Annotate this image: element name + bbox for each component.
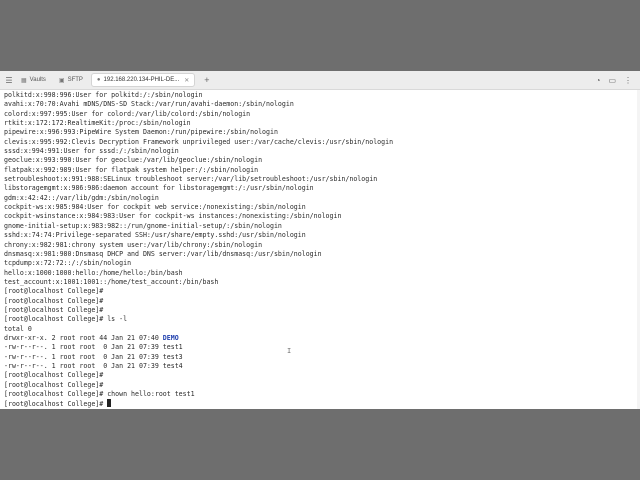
terminal-line: cockpit-wsinstance:x:984:983:User for co… <box>4 212 342 221</box>
terminal-line: [root@localhost College]# <box>4 380 104 389</box>
add-tab-button[interactable]: + <box>200 75 213 85</box>
terminal-line: flatpak:x:992:989:User for flatpak syste… <box>4 165 259 174</box>
listing-prefix: drwxr-xr-x. 2 root root 44 Jan 21 07:40 <box>4 333 163 342</box>
terminal-line: -rw-r--r--. 1 root root 0 Jan 21 07:39 t… <box>4 352 183 361</box>
bell-icon[interactable]: ◔ <box>596 76 601 85</box>
menu-icon[interactable]: ☰ <box>2 71 16 89</box>
close-tab-icon[interactable]: ✕ <box>184 77 189 84</box>
tab-bar: ☰ ▦ Vaults ▣ SFTP ● 192.168.220.134-PHIL… <box>0 71 640 90</box>
more-options-icon[interactable]: ⋮ <box>624 76 632 85</box>
directory-name: DEMO <box>162 333 179 342</box>
folder-icon: ▣ <box>58 77 65 84</box>
terminal-line: total 0 <box>4 324 32 333</box>
shell-prompt: [root@localhost College]# <box>4 400 108 409</box>
tab-ssh-session[interactable]: ● 192.168.220.134-PHIL-DE... ✕ <box>90 73 196 87</box>
terminal-output[interactable]: polkitd:x:998:996:User for polkitd:/:/sb… <box>0 90 640 409</box>
terminal-line: chrony:x:982:981:chrony system user:/var… <box>4 240 263 249</box>
terminal-line: hello:x:1000:1000:hello:/home/hello:/bin… <box>4 268 183 277</box>
terminal-line: test_account:x:1001:1001::/home/test_acc… <box>4 277 219 286</box>
terminal-line: libstoragemgmt:x:986:986:daemon account … <box>4 184 314 193</box>
terminal-line: [root@localhost College]# <box>4 305 104 314</box>
terminal-line: geoclue:x:993:990:User for geoclue:/var/… <box>4 156 263 165</box>
terminal-line: [root@localhost College]# <box>4 296 104 305</box>
terminal-line: cockpit-ws:x:985:984:User for cockpit we… <box>4 203 306 212</box>
terminal-line: sssd:x:994:991:User for sssd:/:/sbin/nol… <box>4 147 179 156</box>
text-cursor <box>107 399 112 408</box>
terminal-line: [root@localhost College]# <box>4 371 104 380</box>
terminal-line: dnsmasq:x:981:980:Dnsmasq DHCP and DNS s… <box>4 249 322 258</box>
host-status-icon: ● <box>96 77 101 83</box>
terminal-line: drwxr-xr-x. 2 root root 44 Jan 21 07:40 … <box>4 334 640 343</box>
tab-sftp[interactable]: ▣ SFTP <box>54 74 88 86</box>
split-view-icon[interactable]: ▭ <box>608 76 616 85</box>
window-actions: ◔ ▭ ⋮ <box>596 76 640 85</box>
tab-label: SFTP <box>67 77 83 83</box>
terminal-line: [root@localhost College]# <box>4 287 104 296</box>
terminal-prompt-line[interactable]: [root@localhost College]# <box>4 399 640 408</box>
terminal-line: [root@localhost College]# chown hello:ro… <box>4 390 195 398</box>
video-frame: ☰ ▦ Vaults ▣ SFTP ● 192.168.220.134-PHIL… <box>0 0 640 480</box>
vault-icon: ▦ <box>21 77 27 84</box>
terminal-line: polkitd:x:998:996:User for polkitd:/:/sb… <box>4 91 203 99</box>
terminal-line: -rw-r--r--. 1 root root 0 Jan 21 07:39 t… <box>4 361 183 370</box>
terminal-line: sshd:x:74:74:Privilege-separated SSH:/us… <box>4 231 306 240</box>
terminal-line: gdm:x:42:42::/var/lib/gdm:/sbin/nologin <box>4 193 159 202</box>
terminal-line: [root@localhost College]# ls -l <box>4 315 128 324</box>
tab-vaults[interactable]: ▦ Vaults <box>16 74 51 86</box>
terminal-line: colord:x:997:995:User for colord:/var/li… <box>4 109 251 118</box>
tab-label: 192.168.220.134-PHIL-DE... <box>103 77 180 83</box>
terminal-line: setroubleshoot:x:991:988:SELinux trouble… <box>4 175 378 184</box>
terminal-line: avahi:x:70:70:Avahi mDNS/DNS-SD Stack:/v… <box>4 100 294 109</box>
terminal-line: tcpdump:x:72:72::/:/sbin/nologin <box>4 259 132 268</box>
terminal-line: gnome-initial-setup:x:983:982::/run/gnom… <box>4 221 282 230</box>
terminal-line: rtkit:x:172:172:RealtimeKit:/proc:/sbin/… <box>4 119 191 128</box>
terminal-line: clevis:x:995:992:Clevis Decryption Frame… <box>4 137 394 146</box>
terminal-line: pipewire:x:996:993:PipeWire System Daemo… <box>4 128 278 137</box>
tab-label: Vaults <box>29 77 46 83</box>
mouse-ibeam-cursor-icon: I <box>287 347 292 355</box>
terminal-line: -rw-r--r--. 1 root root 0 Jan 21 07:39 t… <box>4 343 183 352</box>
terminal-app-window: ☰ ▦ Vaults ▣ SFTP ● 192.168.220.134-PHIL… <box>0 71 640 409</box>
